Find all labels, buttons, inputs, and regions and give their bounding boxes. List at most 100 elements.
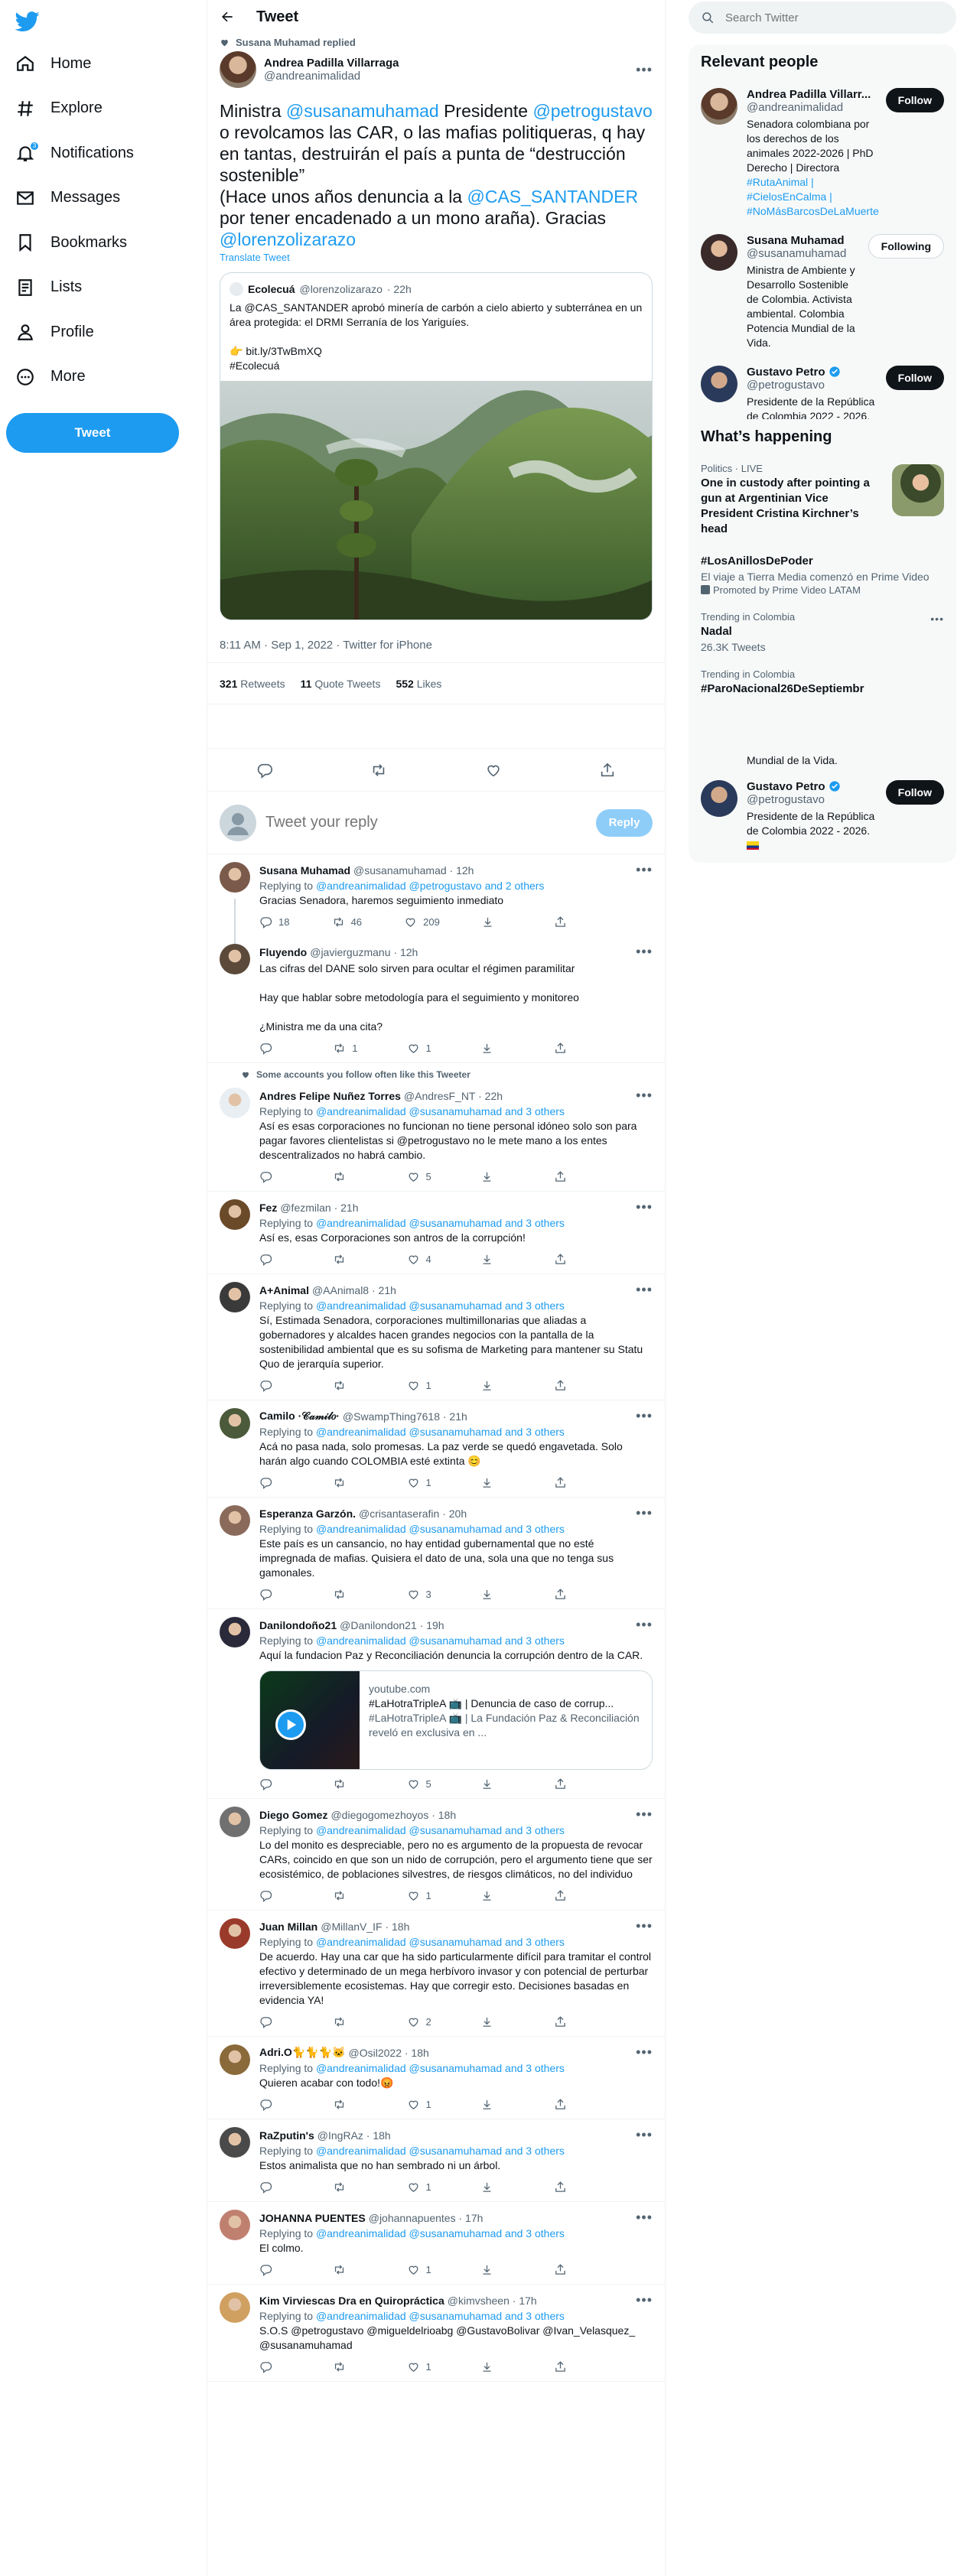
- retweet-action[interactable]: [333, 2263, 363, 2276]
- like-action[interactable]: 1: [407, 1476, 438, 1489]
- reply-author-name[interactable]: Diego Gomez: [259, 1809, 327, 1821]
- reply-tweet[interactable]: RaZputin's @IngRAz · 18h ••• Replying to @a…: [207, 2119, 665, 2202]
- replying-to-handles[interactable]: @andreanimalidad @susanamuhamad and 3 ot…: [316, 1523, 565, 1535]
- reply-time[interactable]: · 18h: [366, 2129, 391, 2142]
- relevant-person[interactable]: Susana Muhamad @susanamuhamad Ministra de …: [689, 226, 956, 358]
- analytics-action[interactable]: [480, 1170, 511, 1183]
- more-options-icon[interactable]: •••: [636, 2292, 653, 2308]
- reply-time[interactable]: · 19h: [420, 1619, 444, 1631]
- reply-author-handle[interactable]: @susanamuhamad: [353, 864, 447, 877]
- reply-action[interactable]: [259, 2263, 290, 2276]
- reply-author-name[interactable]: Juan Millan: [259, 1921, 317, 1933]
- share-action[interactable]: [554, 1588, 584, 1601]
- author-name[interactable]: Andrea Padilla Villarraga: [264, 57, 628, 70]
- reply-tweet[interactable]: JOHANNA PUENTES @johannapuentes · 17h ••• R…: [207, 2202, 665, 2285]
- reply-action[interactable]: [259, 1170, 290, 1183]
- avatar[interactable]: [701, 234, 737, 271]
- retweet-action[interactable]: [333, 2098, 363, 2111]
- trend-item[interactable]: Trending in Colombia #ParoNacional26DeSep…: [689, 661, 956, 704]
- share-icon[interactable]: [599, 762, 616, 779]
- like-action[interactable]: 5: [407, 1778, 438, 1791]
- reply-tweet[interactable]: Fez @fezmilan · 21h ••• Replying to @andrea…: [207, 1192, 665, 1274]
- person-handle[interactable]: @susanamuhamad: [747, 247, 859, 260]
- avatar[interactable]: [220, 2127, 250, 2158]
- like-action[interactable]: 1: [407, 1379, 438, 1392]
- reply-author-handle[interactable]: @crisantaserafin: [359, 1508, 439, 1520]
- analytics-action[interactable]: [480, 1778, 511, 1791]
- replying-to-handles[interactable]: @andreanimalidad @susanamuhamad and 3 ot…: [316, 2145, 565, 2157]
- quoted-tweet[interactable]: Ecolecuá @lorenzolizarazo · 22h La @CAS_…: [220, 272, 653, 620]
- tweet-button[interactable]: Tweet: [6, 413, 179, 453]
- reply-author-name[interactable]: Camilo ·𝒞𝒶𝓂𝒾𝓁𝑜·: [259, 1410, 340, 1423]
- reply-action[interactable]: [259, 1778, 290, 1791]
- reply-icon[interactable]: [256, 762, 273, 779]
- person-name[interactable]: Susana Muhamad: [747, 234, 845, 247]
- reply-author-name[interactable]: Andres Felipe Nuñez Torres: [259, 1090, 401, 1102]
- reply-author-name[interactable]: Fluyendo: [259, 946, 307, 958]
- retweet-action[interactable]: [333, 1253, 363, 1266]
- following-button[interactable]: Following: [868, 234, 944, 259]
- replying-to-handles[interactable]: @andreanimalidad @susanamuhamad and 3 ot…: [316, 1824, 565, 1836]
- reply-author-name[interactable]: Adri.O🐈🐈🐈🐱: [259, 2046, 346, 2059]
- reply-tweet[interactable]: Esperanza Garzón. @crisantaserafin · 20h •…: [207, 1498, 665, 1609]
- analytics-action[interactable]: [480, 1379, 511, 1392]
- follow-button[interactable]: Follow: [885, 88, 944, 112]
- retweet-action[interactable]: [333, 2181, 363, 2194]
- retweet-action[interactable]: [333, 2360, 363, 2373]
- person-name[interactable]: Gustavo Petro: [747, 780, 825, 793]
- retweet-action[interactable]: [333, 1889, 363, 1902]
- reply-author-name[interactable]: JOHANNA PUENTES: [259, 2212, 366, 2224]
- replying-to-handles[interactable]: @andreanimalidad @susanamuhamad and 3 ot…: [316, 1936, 565, 1948]
- retweet-action[interactable]: [333, 1778, 363, 1791]
- reply-time[interactable]: · 12h: [393, 946, 418, 958]
- more-options-icon[interactable]: •••: [636, 62, 653, 78]
- more-options-icon[interactable]: •••: [636, 2044, 653, 2060]
- reply-author-handle[interactable]: @diegogomezhoyos: [330, 1809, 428, 1821]
- retweet-icon[interactable]: [370, 762, 387, 779]
- like-action[interactable]: 2: [407, 2015, 438, 2028]
- reply-time[interactable]: · 17h: [458, 2212, 483, 2224]
- reply-tweet[interactable]: Diego Gomez @diegogomezhoyos · 18h ••• Repl…: [207, 1799, 665, 1911]
- reply-time[interactable]: · 21h: [443, 1410, 467, 1423]
- reply-author-handle[interactable]: @SwampThing7618: [343, 1410, 440, 1423]
- analytics-action[interactable]: [480, 1253, 511, 1266]
- reply-tweet[interactable]: Fluyendo @javierguzmanu · 12h ••• Las cifra…: [207, 936, 665, 1063]
- mention-link[interactable]: @lorenzolizarazo: [220, 229, 356, 249]
- nav-item-home[interactable]: Home: [6, 44, 100, 83]
- reply-author-handle[interactable]: @fezmilan: [280, 1202, 330, 1214]
- share-action[interactable]: [554, 2181, 584, 2194]
- bio-hashtags[interactable]: #RutaAnimal | #CielosEnCalma | #NoMásBar…: [747, 176, 879, 217]
- reply-time[interactable]: · 12h: [450, 864, 474, 877]
- relevant-person[interactable]: Andrea Padilla Villarr... @andreanimalida…: [689, 80, 956, 226]
- replying-to-handles[interactable]: @andreanimalidad @petrogustavo and 2 oth…: [316, 880, 545, 892]
- avatar[interactable]: [220, 1617, 250, 1647]
- analytics-action[interactable]: [480, 1476, 511, 1489]
- reply-action[interactable]: 18: [259, 916, 290, 929]
- retweet-action[interactable]: [333, 2015, 363, 2028]
- avatar[interactable]: [701, 88, 737, 125]
- more-options-icon[interactable]: •••: [636, 1088, 653, 1104]
- reply-author-handle[interactable]: @kimvsheen: [448, 2295, 510, 2307]
- trend-item[interactable]: #LosAnillosDePoder El viaje a Tierra Medi…: [689, 545, 956, 603]
- more-options-icon[interactable]: •••: [636, 1408, 653, 1424]
- reply-author-name[interactable]: Fez: [259, 1202, 277, 1214]
- retweet-action[interactable]: 1: [333, 1042, 363, 1055]
- share-action[interactable]: [554, 2263, 584, 2276]
- reply-author-handle[interactable]: @javierguzmanu: [310, 946, 390, 958]
- replying-to-handles[interactable]: @andreanimalidad @susanamuhamad and 3 ot…: [316, 1105, 565, 1117]
- more-options-icon[interactable]: •••: [636, 944, 653, 960]
- like-action[interactable]: 1: [407, 2360, 438, 2373]
- more-options-icon[interactable]: •••: [636, 1282, 653, 1298]
- back-arrow-icon[interactable]: [220, 9, 235, 24]
- search-box[interactable]: [689, 2, 956, 34]
- avatar[interactable]: [220, 2044, 250, 2075]
- reply-action[interactable]: [259, 2015, 290, 2028]
- like-action[interactable]: 209: [404, 916, 440, 929]
- retweet-action[interactable]: [333, 1588, 363, 1601]
- share-action[interactable]: [554, 1042, 584, 1055]
- follow-button[interactable]: Follow: [885, 366, 944, 390]
- retweets-stat[interactable]: 321 Retweets: [220, 678, 285, 690]
- person-name[interactable]: Gustavo Petro: [747, 366, 825, 379]
- like-action[interactable]: 1: [407, 1042, 438, 1055]
- reply-tweet[interactable]: Adri.O🐈🐈🐈🐱 @Osil2022 · 18h ••• Replying to …: [207, 2037, 665, 2119]
